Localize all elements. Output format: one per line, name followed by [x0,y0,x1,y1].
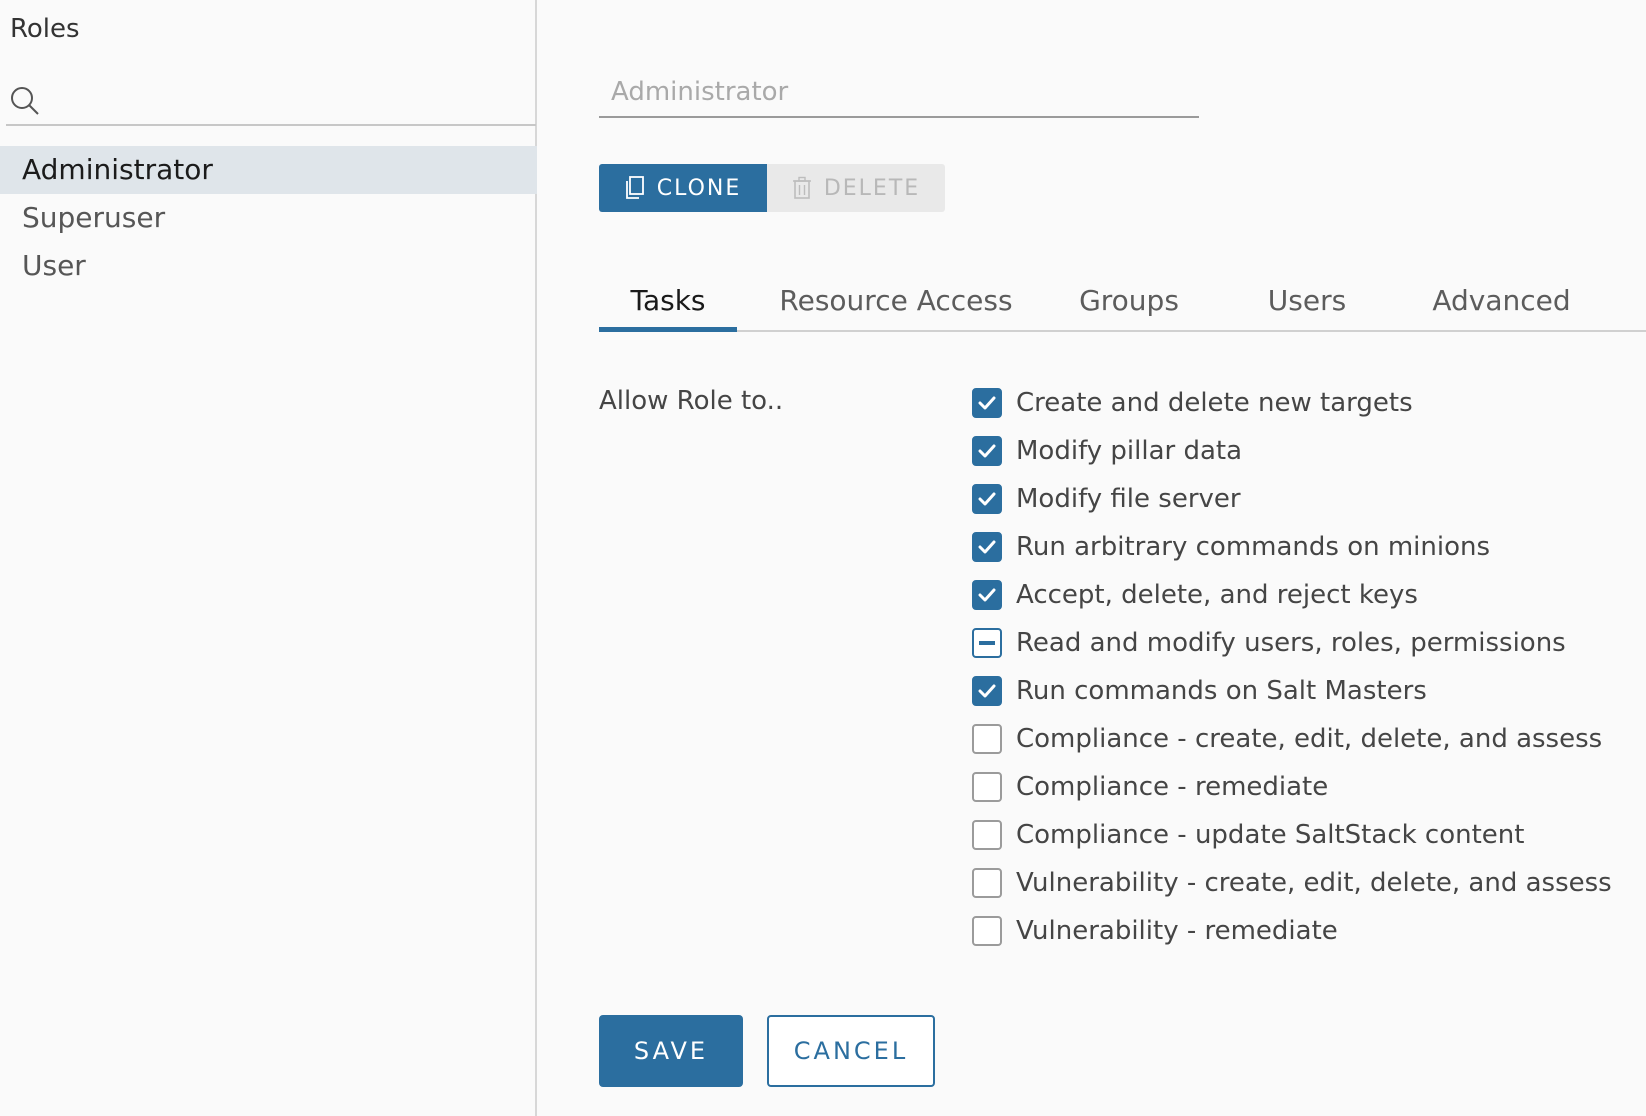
task-row[interactable]: Modify file server [972,475,1612,523]
task-row[interactable]: Modify pillar data [972,427,1612,475]
checkmark-icon [978,396,996,410]
roles-app: Roles Administrator Superuser User Admin… [0,0,1646,1116]
clone-button-label: CLONE [656,175,742,201]
tab-tasks[interactable]: Tasks [599,270,737,332]
task-row[interactable]: Vulnerability - create, edit, delete, an… [972,859,1612,907]
search-input[interactable] [50,82,530,120]
task-checkbox[interactable] [972,580,1002,610]
task-label: Compliance - remediate [1016,772,1329,802]
copy-icon [625,176,644,199]
role-name-field [599,70,1199,118]
role-tabs: Tasks Resource Access Groups Users Advan… [599,270,1646,332]
task-label: Vulnerability - create, edit, delete, an… [1016,868,1612,898]
task-row[interactable]: Compliance - remediate [972,763,1612,811]
checkmark-icon [978,492,996,506]
tab-resource-access[interactable]: Resource Access [767,270,1025,332]
task-checkbox[interactable] [972,820,1002,850]
task-label: Vulnerability - remediate [1016,916,1338,946]
task-label: Accept, delete, and reject keys [1016,580,1418,610]
checkmark-icon [978,588,996,602]
task-label: Create and delete new targets [1016,388,1413,418]
search-box [6,78,536,126]
task-checkbox[interactable] [972,868,1002,898]
task-label: Modify file server [1016,484,1241,514]
task-row[interactable]: Read and modify users, roles, permission… [972,619,1612,667]
task-label: Modify pillar data [1016,436,1243,466]
delete-button-label: DELETE [823,175,921,201]
delete-button[interactable]: DELETE [767,164,945,212]
task-checkbox[interactable] [972,484,1002,514]
checkmark-icon [978,540,996,554]
role-action-buttons: CLONE DELETE [599,164,945,212]
roles-sidebar: Roles Administrator Superuser User [0,0,537,1116]
allow-role-label: Allow Role to.. [599,386,784,416]
tab-advanced[interactable]: Advanced [1409,270,1594,332]
role-list: Administrator Superuser User [0,146,537,290]
task-label: Compliance - update SaltStack content [1016,820,1525,850]
task-row[interactable]: Create and delete new targets [972,379,1612,427]
task-checkbox[interactable] [972,628,1002,658]
save-button[interactable]: SAVE [599,1015,743,1087]
role-name-input[interactable] [599,70,1199,114]
role-item-administrator[interactable]: Administrator [0,146,537,194]
task-label: Run arbitrary commands on minions [1016,532,1491,562]
task-label: Run commands on Salt Masters [1016,676,1427,706]
role-detail-panel: CLONE DELETE Tasks Resource Access Group… [539,0,1646,1116]
search-icon [11,87,39,115]
task-checkbox[interactable] [972,724,1002,754]
clone-button[interactable]: CLONE [599,164,767,212]
task-label: Read and modify users, roles, permission… [1016,628,1566,658]
task-label: Compliance - create, edit, delete, and a… [1016,724,1603,754]
task-checkbox[interactable] [972,916,1002,946]
trash-icon [792,176,811,199]
sidebar-title: Roles [10,14,80,44]
minus-icon [979,641,995,645]
task-row[interactable]: Run arbitrary commands on minions [972,523,1612,571]
tab-users[interactable]: Users [1247,270,1367,332]
task-checkbox[interactable] [972,532,1002,562]
task-checkbox[interactable] [972,436,1002,466]
task-row[interactable]: Run commands on Salt Masters [972,667,1612,715]
checkmark-icon [978,684,996,698]
cancel-button[interactable]: CANCEL [767,1015,935,1087]
task-checkbox[interactable] [972,676,1002,706]
checkmark-icon [978,444,996,458]
task-row[interactable]: Accept, delete, and reject keys [972,571,1612,619]
task-permission-list: Create and delete new targets Modify pill… [972,379,1612,955]
tab-groups[interactable]: Groups [1059,270,1199,332]
task-row[interactable]: Compliance - update SaltStack content [972,811,1612,859]
task-row[interactable]: Compliance - create, edit, delete, and a… [972,715,1612,763]
form-footer: SAVE CANCEL [599,1015,935,1087]
task-checkbox[interactable] [972,388,1002,418]
role-item-user[interactable]: User [0,242,537,290]
task-row[interactable]: Vulnerability - remediate [972,907,1612,955]
task-checkbox[interactable] [972,772,1002,802]
role-item-superuser[interactable]: Superuser [0,194,537,242]
